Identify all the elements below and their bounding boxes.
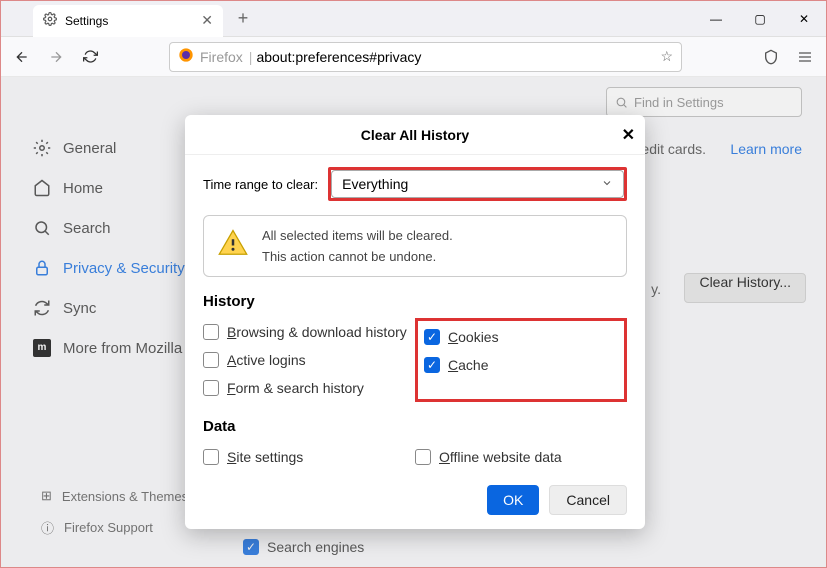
checkbox-icon: [203, 324, 219, 340]
checkbox-icon: ✓: [424, 329, 440, 345]
new-tab-button[interactable]: +: [231, 8, 255, 29]
forward-button[interactable]: [41, 42, 71, 72]
checkbox-icon: [415, 449, 431, 465]
gear-icon: [43, 12, 57, 29]
menu-button[interactable]: [790, 42, 820, 72]
close-dialog-button[interactable]: ✕: [622, 125, 635, 145]
url-protocol: Firefox: [200, 49, 243, 65]
time-range-select[interactable]: Everything: [331, 170, 624, 198]
check-form[interactable]: Form & search history: [203, 374, 415, 402]
warning-box: All selected items will be cleared. This…: [203, 215, 627, 277]
check-browsing[interactable]: Browsing & download history: [203, 318, 415, 346]
check-site-settings[interactable]: Site settings: [203, 443, 415, 471]
toolbar: Firefox | about:preferences#privacy ☆: [1, 37, 826, 77]
data-section-header: Data: [203, 418, 627, 435]
warning-icon: [218, 228, 248, 261]
warning-line1: All selected items will be cleared.: [262, 228, 453, 243]
browser-tab[interactable]: Settings ✕: [33, 5, 223, 37]
close-tab-icon[interactable]: ✕: [201, 12, 213, 29]
check-offline[interactable]: Offline website data: [415, 443, 627, 471]
warning-line2: This action cannot be undone.: [262, 249, 453, 264]
back-button[interactable]: [7, 42, 37, 72]
close-window-button[interactable]: ✕: [782, 1, 826, 37]
minimize-button[interactable]: —: [694, 1, 738, 37]
window-controls: — ▢ ✕: [694, 1, 826, 37]
time-range-highlight: Everything: [328, 167, 627, 201]
check-logins[interactable]: Active logins: [203, 346, 415, 374]
checkbox-icon: [203, 352, 219, 368]
url-path: about:preferences#privacy: [256, 49, 421, 65]
checkbox-icon: [203, 449, 219, 465]
ok-button[interactable]: OK: [487, 485, 539, 515]
check-cache[interactable]: ✓Cache: [424, 351, 618, 379]
tab-title: Settings: [65, 14, 108, 28]
chevron-down-icon: [601, 176, 613, 192]
pocket-icon[interactable]: [756, 42, 786, 72]
checkbox-icon: ✓: [424, 357, 440, 373]
check-cookies[interactable]: ✓Cookies: [424, 323, 618, 351]
history-section-header: History: [203, 293, 627, 310]
cookies-cache-highlight: ✓Cookies ✓Cache: [415, 318, 627, 402]
bookmark-star-icon[interactable]: ☆: [660, 48, 673, 65]
maximize-button[interactable]: ▢: [738, 1, 782, 37]
url-bar[interactable]: Firefox | about:preferences#privacy ☆: [169, 42, 682, 72]
clear-history-dialog: Clear All History ✕ Time range to clear:…: [185, 115, 645, 529]
checkbox-icon: [203, 380, 219, 396]
time-range-label: Time range to clear:: [203, 177, 318, 192]
dialog-header: Clear All History ✕: [185, 115, 645, 155]
reload-button[interactable]: [75, 42, 105, 72]
titlebar: Settings ✕ + — ▢ ✕: [1, 1, 826, 37]
cancel-button[interactable]: Cancel: [549, 485, 627, 515]
dialog-title: Clear All History: [361, 127, 469, 143]
firefox-icon: [178, 47, 194, 66]
